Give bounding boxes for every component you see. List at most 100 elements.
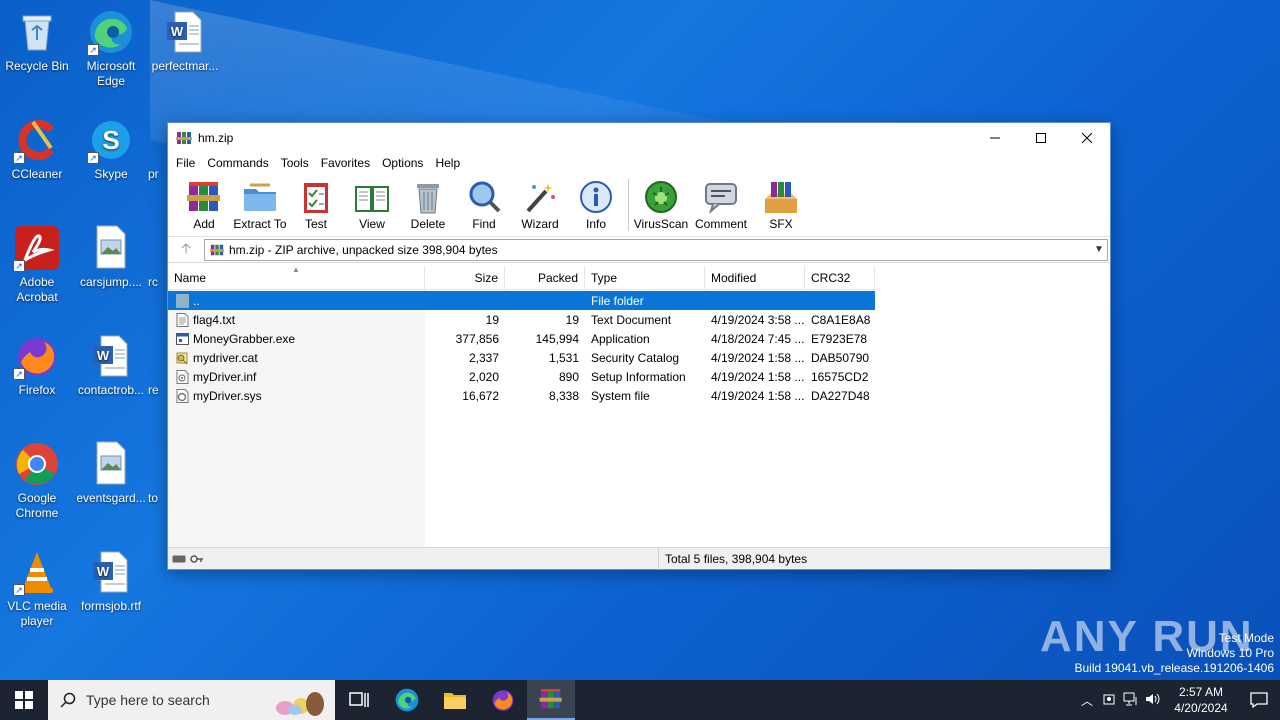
exe-file-icon — [176, 332, 189, 345]
table-row[interactable]: myDriver.sys 16,672 8,338 System file 4/… — [168, 386, 875, 405]
column-header-modified[interactable]: Modified — [705, 266, 805, 290]
sfx-label: SFX — [769, 217, 793, 231]
desktop-icon-firefox[interactable]: ↗ Firefox — [0, 332, 74, 398]
drive-icon[interactable] — [172, 555, 186, 563]
cell-type: Security Catalog — [591, 350, 680, 365]
taskbar-winrar[interactable] — [527, 680, 575, 720]
table-row[interactable]: mydriver.cat 2,337 1,531 Security Catalo… — [168, 348, 875, 367]
info-button[interactable]: Info — [568, 177, 624, 231]
address-field[interactable]: hm.zip - ZIP archive, unpacked size 398,… — [204, 238, 1108, 261]
cell-packed: 145,994 — [535, 331, 579, 346]
image-file-icon — [87, 224, 135, 272]
maximize-button[interactable] — [1018, 123, 1064, 153]
image-file-icon — [87, 440, 135, 488]
security-icon[interactable] — [1098, 692, 1120, 709]
cell-type: Application — [591, 331, 650, 346]
column-header-type[interactable]: Type — [585, 266, 705, 290]
table-row[interactable]: myDriver.inf 2,020 890 Setup Information… — [168, 367, 875, 386]
column-header-crc[interactable]: CRC32 — [805, 266, 875, 290]
recycle-bin-icon — [13, 8, 61, 56]
cell-modified: 4/18/2024 7:45 ... — [711, 331, 805, 346]
winrar-window: hm.zip File Commands Tools Favorites Opt… — [167, 122, 1111, 570]
find-label: Find — [472, 217, 496, 231]
acrobat-icon: ↗ — [13, 224, 61, 272]
watermark-line3: Build 19041.vb_release.191206-1406 — [1074, 661, 1275, 675]
vlc-icon: ↗ — [13, 548, 61, 596]
delete-button[interactable]: Delete — [400, 177, 456, 231]
chevron-up-icon[interactable]: ︿ — [1076, 692, 1098, 709]
file-name: mydriver.cat — [193, 350, 258, 365]
find-button[interactable]: Find — [456, 177, 512, 231]
desktop-icon-chrome[interactable]: Google Chrome — [0, 440, 74, 521]
firefox-icon — [492, 690, 514, 711]
table-row[interactable]: MoneyGrabber.exe 377,856 145,994 Applica… — [168, 329, 875, 348]
close-button[interactable] — [1064, 123, 1110, 153]
cell-size: 2,020 — [468, 369, 499, 384]
menu-help[interactable]: Help — [429, 156, 466, 170]
desktop-icon-eventsgard[interactable]: eventsgard... — [74, 440, 148, 506]
desktop-icon-acrobat[interactable]: ↗ Adobe Acrobat — [0, 224, 74, 305]
desktop-icon-ccleaner[interactable]: ↗ CCleaner — [0, 116, 74, 182]
table-row[interactable]: .. File folder — [168, 291, 875, 310]
desktop-icon-partial[interactable]: re — [148, 332, 168, 398]
file-name: MoneyGrabber.exe — [193, 331, 296, 346]
desktop-icon-edge[interactable]: ↗ Microsoft Edge — [74, 8, 148, 89]
notification-button[interactable] — [1238, 692, 1280, 708]
desktop-icon-partial[interactable]: rc — [148, 224, 168, 290]
desktop-icon-partial[interactable]: to — [148, 440, 168, 506]
column-header-name[interactable]: Name ▲ — [168, 265, 425, 290]
desktop-icon-partial[interactable]: pr — [148, 116, 168, 182]
virusscan-button[interactable]: VirusScan — [633, 177, 689, 231]
chevron-down-icon[interactable]: ▼ — [1091, 244, 1107, 255]
desktop-icon-carsjump[interactable]: carsjump.... — [74, 224, 148, 290]
minimize-button[interactable] — [972, 123, 1018, 153]
menu-favorites[interactable]: Favorites — [315, 156, 376, 170]
taskbar-firefox[interactable] — [479, 680, 527, 720]
cell-name: .. — [168, 293, 425, 308]
desktop-icon-formsjob[interactable]: W formsjob.rtf — [74, 548, 148, 614]
taskbar-edge[interactable] — [383, 680, 431, 720]
table-row[interactable]: flag4.txt 19 19 Text Document 4/19/2024 … — [168, 310, 875, 329]
menu-options[interactable]: Options — [376, 156, 429, 170]
desktop-icon-label: Skype — [94, 167, 128, 181]
comment-button[interactable]: Comment — [689, 177, 753, 231]
watermark-line1: Test Mode — [1218, 631, 1274, 645]
menu-commands[interactable]: Commands — [201, 156, 274, 170]
volume-icon[interactable] — [1142, 692, 1164, 709]
wizard-button[interactable]: Wizard — [512, 177, 568, 231]
column-header-size[interactable]: Size — [425, 266, 505, 290]
task-view-button[interactable] — [335, 680, 383, 720]
desktop-icon-label: Microsoft Edge — [86, 59, 136, 88]
test-button[interactable]: Test — [288, 177, 344, 231]
add-button[interactable]: Add — [176, 177, 232, 231]
word-doc-icon: W — [161, 8, 209, 56]
clock[interactable]: 2:57 AM 4/20/2024 — [1164, 684, 1238, 716]
desktop-icon-recycle-bin[interactable]: Recycle Bin — [0, 8, 74, 74]
extract-to-button[interactable]: Extract To — [232, 177, 288, 231]
desktop-icon-skype[interactable]: S ↗ Skype — [74, 116, 148, 182]
desktop-icon-perfectmar[interactable]: W perfectmar... — [148, 8, 222, 74]
taskbar-file-explorer[interactable] — [431, 680, 479, 720]
windows-logo-icon — [15, 691, 33, 709]
start-button[interactable] — [0, 680, 48, 720]
cell-modified: 4/19/2024 1:58 ... — [711, 388, 805, 403]
cell-crc: 16575CD2 — [811, 369, 869, 384]
menu-tools[interactable]: Tools — [275, 156, 315, 170]
view-button[interactable]: View — [344, 177, 400, 231]
desktop-icon-vlc[interactable]: ↗ VLC media player — [0, 548, 74, 629]
cell-packed: 1,531 — [548, 350, 579, 365]
minimize-icon — [990, 137, 1000, 139]
key-icon[interactable] — [190, 554, 204, 564]
title-bar[interactable]: hm.zip — [168, 123, 1110, 153]
edge-icon — [395, 688, 419, 712]
network-icon[interactable] — [1120, 692, 1142, 709]
up-arrow-icon[interactable]: 🡡 — [168, 238, 204, 262]
sfx-button[interactable]: SFX — [753, 177, 809, 231]
taskbar-search-box[interactable]: Type here to search — [48, 680, 335, 720]
comment-icon — [703, 179, 739, 215]
file-name: myDriver.inf — [193, 369, 257, 384]
menu-file[interactable]: File — [170, 156, 201, 170]
archive-icon — [210, 244, 224, 255]
column-header-packed[interactable]: Packed — [505, 266, 585, 290]
desktop-icon-contactrob[interactable]: W contactrob... — [74, 332, 148, 398]
